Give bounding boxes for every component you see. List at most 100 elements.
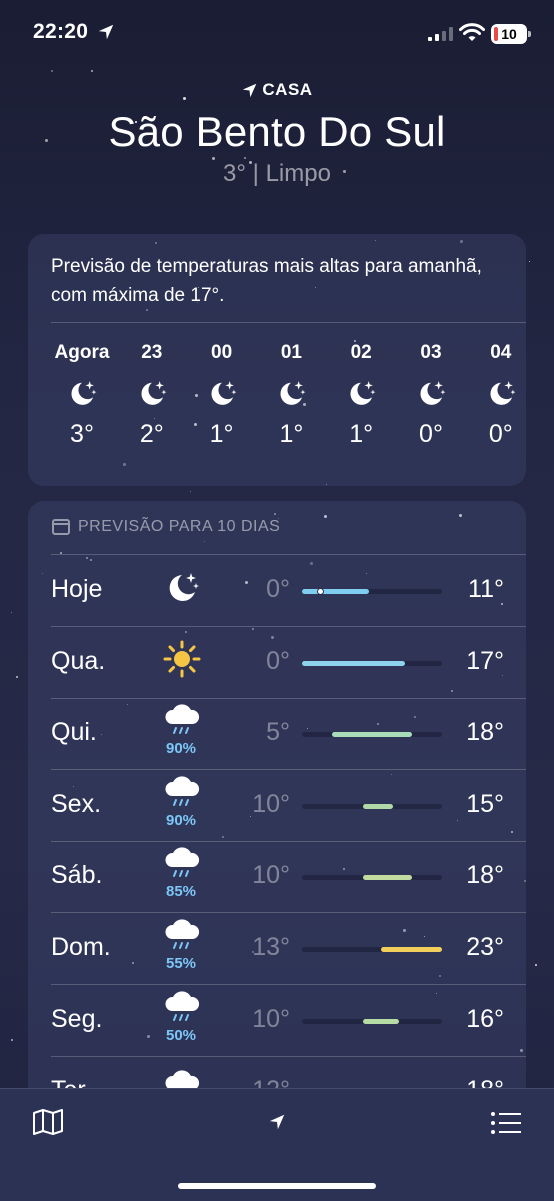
moon-stars-icon [135, 376, 169, 410]
temperature-range-fill [302, 589, 369, 594]
moon-stars-icon [65, 376, 99, 410]
rain-cloud-icon [162, 989, 202, 1029]
low-temperature: 10° [252, 861, 290, 890]
high-temperature: 23° [466, 933, 504, 961]
hour-column: 04 0° [466, 342, 536, 449]
hour-label: 23 [141, 342, 163, 363]
day-row[interactable]: Sex. 90% 10° 15° [28, 770, 526, 842]
star [190, 491, 191, 492]
rain-cloud-icon [162, 917, 202, 957]
star [51, 70, 53, 72]
day-name: Qua. [51, 646, 106, 675]
day-row[interactable]: Dom. 55% 13° 23° [28, 913, 526, 985]
precipitation-chance: 55% [165, 955, 197, 972]
ten-day-title: PREVISÃO PARA 10 DIAS [52, 518, 280, 536]
day-row[interactable]: Sáb. 85% 10° 18° [28, 841, 526, 914]
precipitation-chance: 90% [165, 740, 197, 758]
precipitation-chance: 50% [165, 1026, 197, 1044]
hour-temperature: 1° [279, 420, 304, 448]
temperature-range-bar [302, 660, 442, 666]
status-bar: 22:20 10 [0, 0, 554, 70]
list-icon[interactable] [490, 1111, 522, 1135]
day-name: Dom. [51, 933, 111, 961]
low-temperature: 0° [266, 646, 290, 675]
moon-stars-icon [274, 376, 308, 410]
hour-temperature: 3° [70, 420, 94, 448]
sun-icon [162, 639, 202, 679]
star [11, 612, 12, 613]
high-temperature: 15° [466, 789, 504, 818]
hour-temperature: 0° [488, 420, 513, 448]
ten-day-title-text: PREVISÃO PARA 10 DIAS [78, 518, 281, 535]
precipitation-chance: 90% [165, 811, 197, 829]
temperature-range-fill [362, 1018, 400, 1024]
calendar-icon [52, 519, 70, 535]
low-temperature: 0° [266, 575, 290, 603]
home-indicator[interactable] [178, 1183, 376, 1189]
hour-column: 23 2° [117, 342, 187, 449]
location-arrow-icon [98, 24, 114, 40]
high-temperature: 18° [466, 718, 504, 747]
temperature-range-bar [302, 588, 442, 595]
hour-label: 01 [280, 342, 302, 363]
high-temperature: 16° [466, 1004, 504, 1033]
bottom-toolbar [0, 1088, 554, 1201]
star [11, 1039, 13, 1041]
forecast-summary: Previsão de temperaturas mais altas para… [51, 256, 482, 306]
low-temperature: 10° [252, 789, 290, 818]
hour-column: 02 1° [326, 342, 396, 449]
status-time: 22:20 [33, 20, 89, 43]
hourly-forecast-card[interactable]: Previsão de temperaturas mais altas para… [28, 234, 526, 486]
day-row[interactable]: Qui. 90% 5° 18° [28, 698, 526, 771]
hour-column: Agora 3° [47, 342, 117, 449]
battery-indicator: 10 [491, 24, 531, 44]
rain-cloud-icon [162, 774, 202, 814]
hour-label: 04 [490, 342, 512, 363]
location-arrow-icon [243, 83, 257, 97]
temperature-range-bar [302, 1018, 442, 1024]
star [91, 70, 93, 72]
temperature-range-bar [302, 803, 442, 809]
hour-label: 00 [211, 342, 233, 363]
moon-stars-icon [484, 376, 518, 410]
location-header: CASA São Bento Do Sul 3° | Limpo [0, 80, 554, 188]
city-name: São Bento Do Sul [108, 108, 446, 155]
temperature-range-fill [362, 875, 412, 881]
location-arrow-icon[interactable] [268, 1113, 286, 1131]
moon-stars-icon [162, 567, 202, 607]
day-name: Hoje [51, 575, 103, 603]
hour-label: 03 [420, 342, 442, 363]
day-name: Sáb. [51, 861, 103, 890]
moon-stars-icon [414, 376, 448, 410]
location-label-text: CASA [262, 80, 313, 99]
day-row[interactable]: Seg. 50% 10° 16° [28, 985, 526, 1057]
hour-column: 01 1° [256, 342, 326, 449]
high-temperature: 17° [466, 646, 504, 675]
high-temperature: 11° [468, 575, 504, 603]
location-label: CASA [0, 80, 554, 100]
day-row[interactable]: Qua. 0° 17° [28, 627, 526, 699]
temperature-range-fill [302, 660, 406, 666]
low-temperature: 5° [266, 718, 290, 747]
hour-label: 02 [350, 342, 372, 363]
star [529, 261, 530, 262]
star [16, 676, 18, 678]
temperature-range-fill [381, 947, 442, 952]
rain-cloud-icon [162, 702, 202, 742]
temperature-range-fill [362, 803, 394, 809]
ten-day-forecast-card[interactable]: PREVISÃO PARA 10 DIAS Hoje 0° 11° Qua. 0… [28, 501, 526, 1121]
hour-label: Agora [54, 342, 110, 363]
map-icon[interactable] [32, 1108, 64, 1136]
star [535, 964, 537, 966]
hour-column: 00 1° [187, 342, 257, 449]
temperature-range-bar [302, 875, 442, 881]
hour-column: 03 0° [396, 342, 466, 449]
precipitation-chance: 85% [165, 883, 197, 901]
low-temperature: 10° [252, 1004, 290, 1033]
cellular-signal-icon [428, 27, 453, 41]
divider [51, 322, 526, 323]
day-row[interactable]: Hoje 0° 11° [28, 555, 526, 627]
day-name: Seg. [51, 1004, 103, 1033]
current-condition: 3° | Limpo [223, 160, 331, 187]
rain-cloud-icon [162, 845, 202, 885]
